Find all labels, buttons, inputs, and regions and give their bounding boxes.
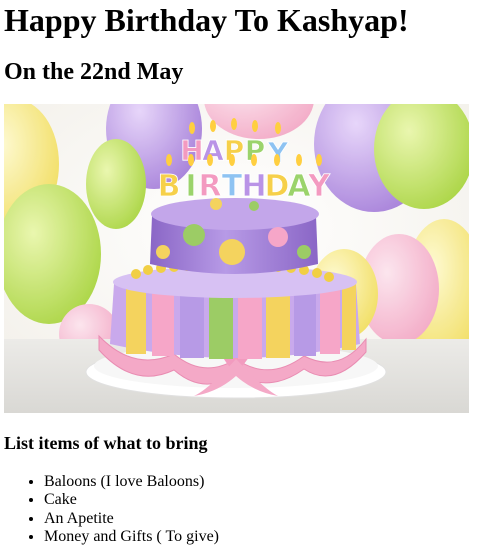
list-item: Cake	[44, 491, 219, 509]
svg-text:Y: Y	[307, 169, 331, 204]
svg-text:T: T	[222, 169, 243, 204]
page-title: Happy Birthday To Kashyap!	[4, 2, 409, 38]
svg-text:H: H	[241, 169, 266, 204]
svg-text:R: R	[198, 169, 221, 204]
items-list: Baloons (I love Baloons) Cake An Apetite…	[4, 473, 219, 547]
list-item: An Apetite	[44, 510, 219, 528]
svg-text:D: D	[265, 169, 290, 204]
list-item: Money and Gifts ( To give)	[44, 528, 219, 546]
list-heading: List items of what to bring	[4, 433, 208, 453]
svg-text:B: B	[158, 169, 181, 204]
svg-text:A: A	[202, 134, 224, 167]
event-date: On the 22nd May	[4, 59, 184, 85]
birthday-cake-image: H A P P Y B I R T H D A Y	[4, 104, 469, 413]
list-item: Baloons (I love Baloons)	[44, 473, 219, 491]
svg-text:I: I	[185, 169, 196, 204]
